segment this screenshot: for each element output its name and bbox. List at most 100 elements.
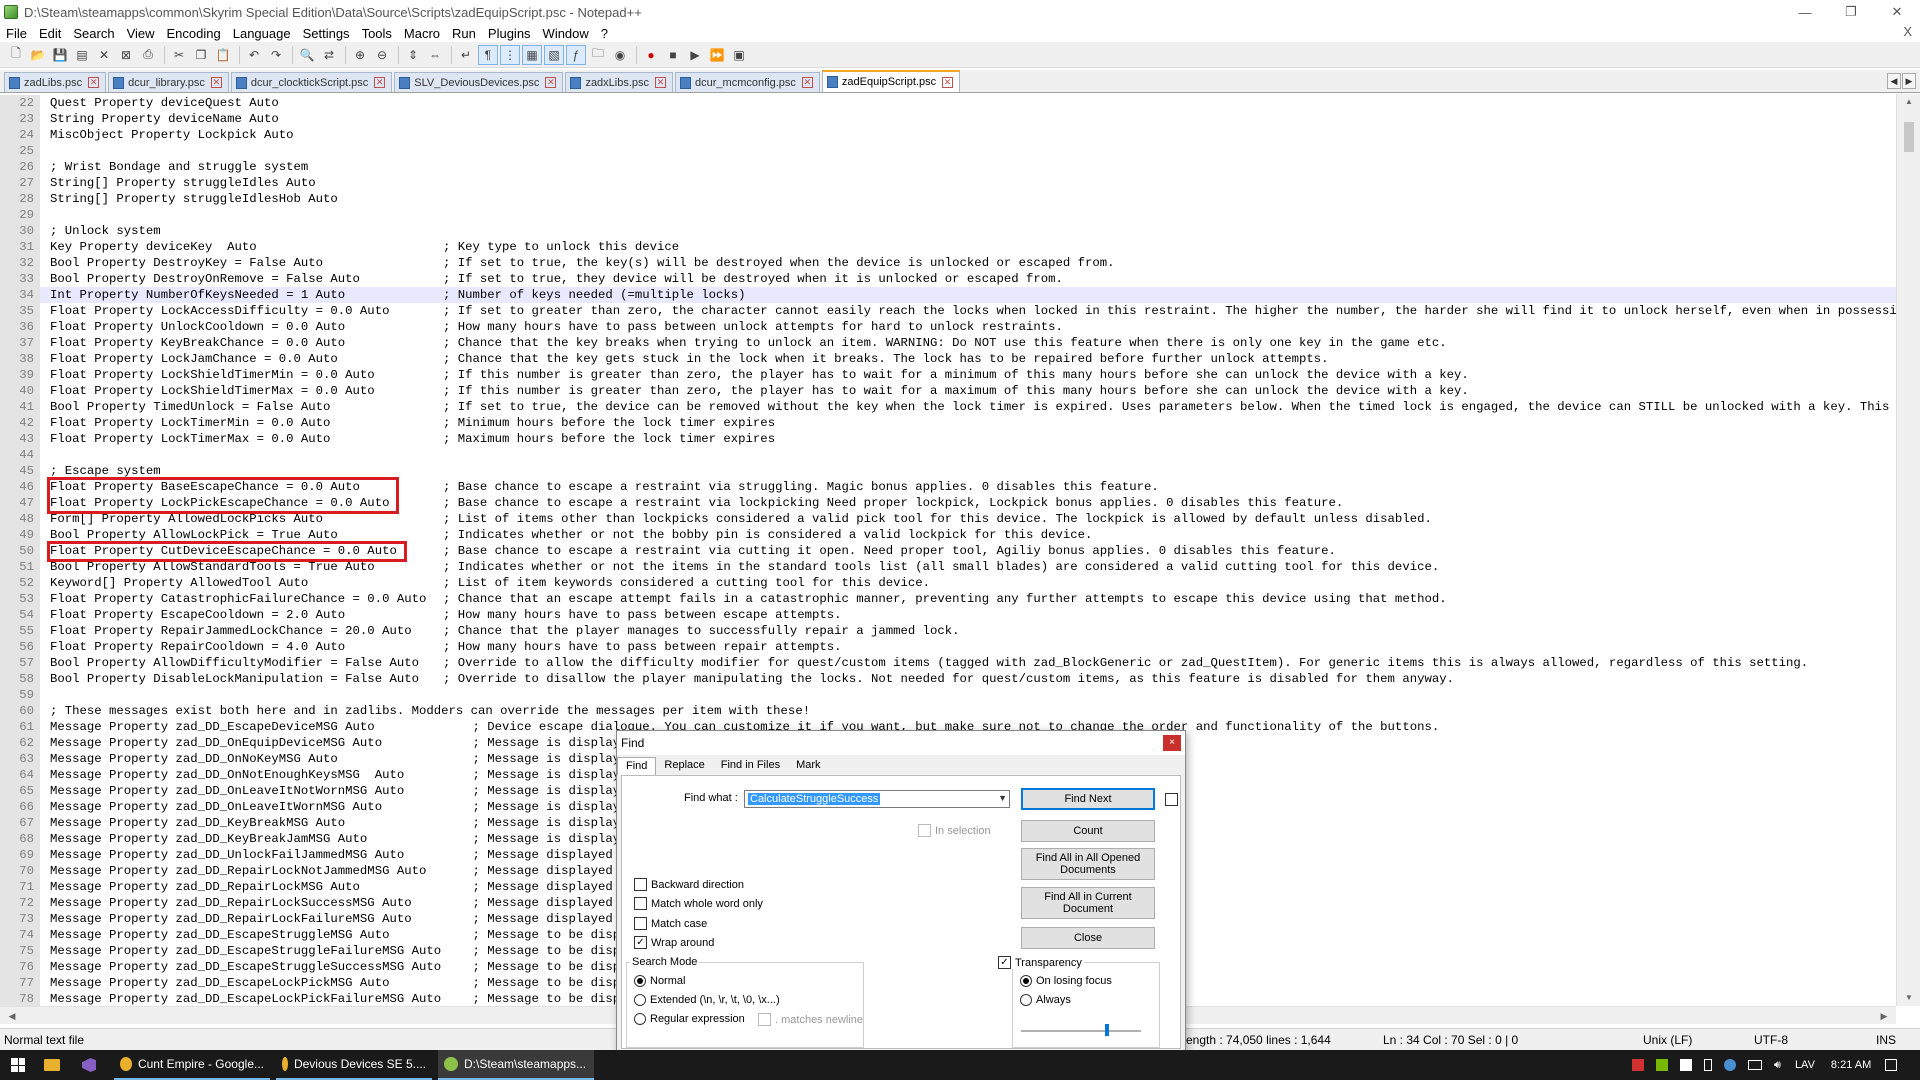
steam-icon[interactable] — [1724, 1059, 1736, 1071]
code-line[interactable]: 56 Float Property RepairCooldown = 4.0 Au… — [0, 639, 1896, 655]
document-close-button[interactable]: X — [1903, 24, 1912, 39]
zoom-in-icon[interactable]: ⊕ — [350, 45, 370, 65]
tab-dcur-mcmconfig-psc[interactable]: dcur_mcmconfig.psc ✕ — [675, 72, 820, 92]
code-line[interactable]: 27 String[] Property struggleIdles Auto — [0, 175, 1896, 191]
tab-close-icon[interactable]: ✕ — [88, 77, 100, 88]
transparency-slider[interactable] — [1021, 1024, 1141, 1036]
record-macro-icon[interactable]: ● — [641, 45, 661, 65]
find-next-option-checkbox[interactable] — [1165, 793, 1178, 806]
slider-thumb[interactable] — [1105, 1024, 1109, 1036]
stop-macro-icon[interactable]: ■ — [663, 45, 683, 65]
tab-scroll-right-icon[interactable]: ▶ — [1902, 73, 1916, 89]
code-line[interactable]: 58 Bool Property DisableLockManipulation … — [0, 671, 1896, 687]
code-line[interactable]: 37 Float Property KeyBreakChance = 0.0 Au… — [0, 335, 1896, 351]
tab-close-icon[interactable]: ✕ — [545, 77, 557, 88]
code-line[interactable]: 40 Float Property LockShieldTimerMax = 0.… — [0, 383, 1896, 399]
code-line[interactable]: 39 Float Property LockShieldTimerMin = 0.… — [0, 367, 1896, 383]
find-tab-find[interactable]: Find — [617, 757, 657, 775]
code-line[interactable]: 22 Quest Property deviceQuest Auto — [0, 95, 1896, 111]
scroll-left-icon[interactable]: ◀ — [4, 1007, 20, 1025]
code-line[interactable]: 60 ; These messages exist both here and i… — [0, 703, 1896, 719]
nvidia-icon[interactable] — [1656, 1059, 1668, 1071]
tab-close-icon[interactable]: ✕ — [210, 77, 222, 88]
count-button[interactable]: Count — [1021, 820, 1155, 842]
open-file-icon[interactable]: 📂 — [28, 45, 48, 65]
new-file-icon[interactable]: 🗋 — [6, 45, 26, 65]
show-all-chars-icon[interactable]: ¶ — [478, 44, 498, 65]
cut-icon[interactable]: ✂ — [169, 45, 189, 65]
notification-icon[interactable] — [1885, 1059, 1898, 1071]
volume-icon[interactable]: 🔊︎ — [1774, 1059, 1781, 1072]
tab-close-icon[interactable]: ✕ — [374, 77, 386, 88]
code-line[interactable]: 42 Float Property LockTimerMin = 0.0 Auto… — [0, 415, 1896, 431]
tab-close-icon[interactable]: ✕ — [942, 76, 954, 88]
replace-icon[interactable]: ⇄ — [319, 45, 339, 65]
match-whole-word-checkbox[interactable]: Match whole word only — [634, 897, 763, 910]
function-list-icon[interactable]: ƒ — [566, 44, 586, 65]
code-line[interactable]: 32 Bool Property DestroyKey = False Auto;… — [0, 255, 1896, 271]
menu-plugins[interactable]: Plugins — [482, 26, 537, 41]
matches-newline-checkbox[interactable]: . matches newline — [758, 1013, 863, 1026]
paste-icon[interactable]: 📋 — [213, 45, 233, 65]
menu-search[interactable]: Search — [67, 26, 120, 41]
code-line[interactable]: 44 — [0, 447, 1896, 463]
code-line[interactable]: 28 String[] Property struggleIdlesHob Aut… — [0, 191, 1896, 207]
code-line[interactable]: 29 — [0, 207, 1896, 223]
menu-window[interactable]: Window — [537, 26, 595, 41]
run-macro-multiple-icon[interactable]: ⏩ — [707, 45, 727, 65]
find-tab-replace[interactable]: Replace — [656, 757, 712, 775]
taskbar-app[interactable]: D:\Steam\steamapps... — [438, 1050, 594, 1080]
folder-workspace-icon[interactable]: 🗀 — [588, 45, 608, 65]
undo-icon[interactable]: ↶ — [244, 45, 264, 65]
find-what-input[interactable]: CalculateStruggleSuccess ▼ — [744, 790, 1010, 808]
mode-normal-radio[interactable]: Normal — [634, 975, 685, 987]
always-radio[interactable]: Always — [1020, 994, 1071, 1006]
on-losing-focus-radio[interactable]: On losing focus — [1020, 975, 1112, 987]
window-close-button[interactable]: ✕ — [1874, 0, 1920, 24]
monitoring-icon[interactable]: ◉ — [610, 45, 630, 65]
find-tab-find-in-files[interactable]: Find in Files — [713, 757, 788, 775]
zoom-out-icon[interactable]: ⊖ — [372, 45, 392, 65]
code-line[interactable]: 43 Float Property LockTimerMax = 0.0 Auto… — [0, 431, 1896, 447]
scroll-down-icon[interactable]: ▼ — [1897, 990, 1920, 1006]
find-all-current-button[interactable]: Find All in Current Document — [1021, 887, 1155, 919]
tab-zadlibs-psc[interactable]: zadLibs.psc ✕ — [4, 72, 107, 92]
save-icon[interactable]: 💾 — [50, 45, 70, 65]
close-all-icon[interactable]: ⊠ — [116, 45, 136, 65]
menu-language[interactable]: Language — [227, 26, 297, 41]
print-icon[interactable]: ⎙ — [138, 45, 158, 65]
sync-vertical-icon[interactable]: ⇕ — [403, 45, 423, 65]
code-line[interactable]: 57 Bool Property AllowDifficultyModifier … — [0, 655, 1896, 671]
code-line[interactable]: 30 ; Unlock system — [0, 223, 1896, 239]
wrap-around-checkbox[interactable]: ✓ Wrap around — [634, 936, 714, 949]
mode-regex-radio[interactable]: Regular expression — [634, 1013, 745, 1025]
file-explorer-icon[interactable] — [44, 1050, 60, 1080]
code-line[interactable]: 35 Float Property LockAccessDifficulty = … — [0, 303, 1896, 319]
menu-tools[interactable]: Tools — [356, 26, 398, 41]
clock[interactable]: 8:21 AM — [1831, 1059, 1871, 1071]
menu-help[interactable]: ? — [595, 26, 614, 41]
visual-studio-icon[interactable] — [82, 1050, 96, 1080]
tab-zadxlibs-psc[interactable]: zadxLibs.psc ✕ — [565, 72, 674, 92]
scroll-thumb[interactable] — [1904, 122, 1914, 152]
code-line[interactable]: 34 Int Property NumberOfKeysNeeded = 1 Au… — [0, 287, 1896, 303]
menu-encoding[interactable]: Encoding — [161, 26, 227, 41]
close-button[interactable]: Close — [1021, 927, 1155, 949]
network-icon[interactable] — [1748, 1060, 1762, 1070]
transparency-checkbox[interactable]: ✓ Transparency — [998, 956, 1084, 969]
taskbar-app[interactable]: Devious Devices SE 5.... — [276, 1050, 432, 1080]
code-line[interactable]: 23 String Property deviceName Auto — [0, 111, 1896, 127]
chevron-down-icon[interactable]: ▼ — [998, 793, 1007, 803]
menu-file[interactable]: File — [0, 26, 33, 41]
find-icon[interactable]: 🔍 — [297, 45, 317, 65]
udl-icon[interactable]: ▦ — [522, 44, 542, 65]
find-all-opened-button[interactable]: Find All in All Opened Documents — [1021, 848, 1155, 880]
save-all-icon[interactable]: ▤ — [72, 45, 92, 65]
tab-close-icon[interactable]: ✕ — [655, 77, 667, 88]
menu-macro[interactable]: Macro — [398, 26, 446, 41]
code-line[interactable]: 26 ; Wrist Bondage and struggle system — [0, 159, 1896, 175]
find-dialog-close-button[interactable]: × — [1163, 735, 1181, 751]
start-button[interactable] — [0, 1050, 36, 1080]
code-line[interactable]: 25 — [0, 143, 1896, 159]
tab-dcur-clocktickscript-psc[interactable]: dcur_clocktickScript.psc ✕ — [230, 72, 393, 92]
